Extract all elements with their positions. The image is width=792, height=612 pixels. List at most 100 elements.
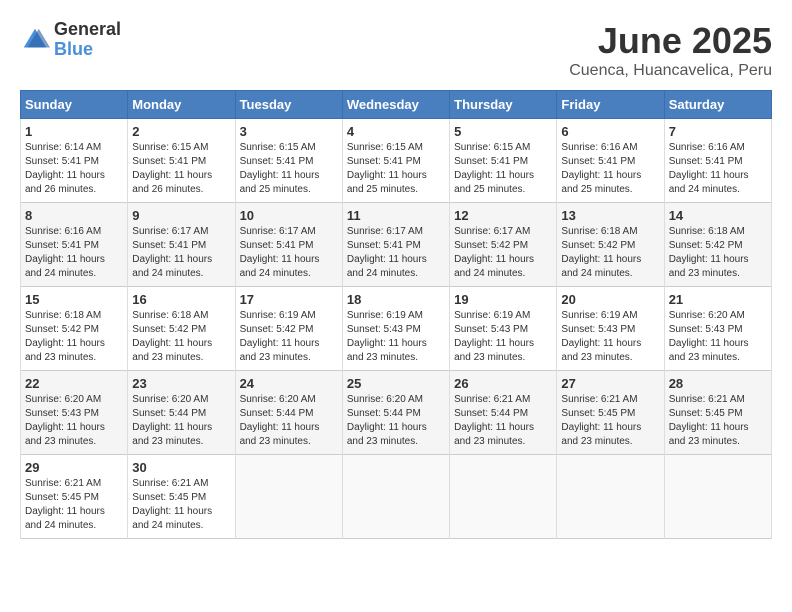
- cell-text: Sunrise: 6:15 AMSunset: 5:41 PMDaylight:…: [240, 142, 320, 195]
- cell-text: Sunrise: 6:20 AMSunset: 5:43 PMDaylight:…: [25, 394, 105, 447]
- cell-text: Sunrise: 6:19 AMSunset: 5:43 PMDaylight:…: [454, 310, 534, 363]
- calendar-cell: 16 Sunrise: 6:18 AMSunset: 5:42 PMDayligh…: [128, 287, 235, 371]
- calendar-cell: [450, 455, 557, 539]
- day-number: 12: [454, 208, 552, 223]
- day-number: 9: [132, 208, 230, 223]
- cell-text: Sunrise: 6:15 AMSunset: 5:41 PMDaylight:…: [347, 142, 427, 195]
- calendar-cell: [557, 455, 664, 539]
- calendar-cell: 7 Sunrise: 6:16 AMSunset: 5:41 PMDaylight…: [664, 119, 771, 203]
- day-number: 11: [347, 208, 445, 223]
- calendar-cell: 10 Sunrise: 6:17 AMSunset: 5:41 PMDayligh…: [235, 203, 342, 287]
- calendar-cell: 6 Sunrise: 6:16 AMSunset: 5:41 PMDaylight…: [557, 119, 664, 203]
- day-number: 8: [25, 208, 123, 223]
- cell-text: Sunrise: 6:15 AMSunset: 5:41 PMDaylight:…: [454, 142, 534, 195]
- logo: General Blue: [20, 20, 121, 60]
- calendar-cell: 11 Sunrise: 6:17 AMSunset: 5:41 PMDayligh…: [342, 203, 449, 287]
- cell-text: Sunrise: 6:17 AMSunset: 5:41 PMDaylight:…: [240, 226, 320, 279]
- calendar-cell: [235, 455, 342, 539]
- calendar-cell: 4 Sunrise: 6:15 AMSunset: 5:41 PMDaylight…: [342, 119, 449, 203]
- calendar-cell: 2Sunrise: 6:15 AMSunset: 5:41 PMDaylight…: [128, 119, 235, 203]
- logo-text: General Blue: [54, 20, 121, 60]
- day-number: 2: [132, 124, 230, 139]
- calendar-week-2: 8 Sunrise: 6:16 AMSunset: 5:41 PMDaylight…: [21, 203, 772, 287]
- cell-text: Sunrise: 6:21 AMSunset: 5:45 PMDaylight:…: [561, 394, 641, 447]
- calendar-table: SundayMondayTuesdayWednesdayThursdayFrid…: [20, 90, 772, 539]
- header-friday: Friday: [557, 91, 664, 119]
- day-number: 23: [132, 376, 230, 391]
- cell-text: Sunrise: 6:21 AMSunset: 5:45 PMDaylight:…: [669, 394, 749, 447]
- day-number: 10: [240, 208, 338, 223]
- cell-text: Sunrise: 6:17 AMSunset: 5:42 PMDaylight:…: [454, 226, 534, 279]
- cell-text: Sunrise: 6:18 AMSunset: 5:42 PMDaylight:…: [669, 226, 749, 279]
- calendar-cell: 5 Sunrise: 6:15 AMSunset: 5:41 PMDaylight…: [450, 119, 557, 203]
- cell-text: Sunrise: 6:21 AMSunset: 5:45 PMDaylight:…: [132, 478, 212, 531]
- day-number: 7: [669, 124, 767, 139]
- cell-text: Sunrise: 6:20 AMSunset: 5:43 PMDaylight:…: [669, 310, 749, 363]
- day-number: 20: [561, 292, 659, 307]
- calendar-cell: 3 Sunrise: 6:15 AMSunset: 5:41 PMDaylight…: [235, 119, 342, 203]
- header-wednesday: Wednesday: [342, 91, 449, 119]
- calendar-cell: 19 Sunrise: 6:19 AMSunset: 5:43 PMDayligh…: [450, 287, 557, 371]
- calendar-week-5: 29Sunrise: 6:21 AMSunset: 5:45 PMDayligh…: [21, 455, 772, 539]
- cell-text: Sunrise: 6:16 AMSunset: 5:41 PMDaylight:…: [25, 226, 105, 279]
- calendar-cell: 13Sunrise: 6:18 AMSunset: 5:42 PMDayligh…: [557, 203, 664, 287]
- calendar-week-4: 22 Sunrise: 6:20 AMSunset: 5:43 PMDayligh…: [21, 371, 772, 455]
- cell-text: Sunrise: 6:16 AMSunset: 5:41 PMDaylight:…: [669, 142, 749, 195]
- calendar-cell: 15 Sunrise: 6:18 AMSunset: 5:42 PMDayligh…: [21, 287, 128, 371]
- calendar-week-1: 1Sunrise: 6:14 AMSunset: 5:41 PMDaylight…: [21, 119, 772, 203]
- calendar-cell: 9 Sunrise: 6:17 AMSunset: 5:41 PMDaylight…: [128, 203, 235, 287]
- header-thursday: Thursday: [450, 91, 557, 119]
- calendar-cell: 30 Sunrise: 6:21 AMSunset: 5:45 PMDayligh…: [128, 455, 235, 539]
- day-number: 13: [561, 208, 659, 223]
- calendar-header-row: SundayMondayTuesdayWednesdayThursdayFrid…: [21, 91, 772, 119]
- calendar-cell: 1Sunrise: 6:14 AMSunset: 5:41 PMDaylight…: [21, 119, 128, 203]
- day-number: 5: [454, 124, 552, 139]
- cell-text: Sunrise: 6:20 AMSunset: 5:44 PMDaylight:…: [347, 394, 427, 447]
- cell-text: Sunrise: 6:20 AMSunset: 5:44 PMDaylight:…: [240, 394, 320, 447]
- cell-text: Sunrise: 6:21 AMSunset: 5:44 PMDaylight:…: [454, 394, 534, 447]
- calendar-cell: 14Sunrise: 6:18 AMSunset: 5:42 PMDayligh…: [664, 203, 771, 287]
- calendar-cell: 29Sunrise: 6:21 AMSunset: 5:45 PMDayligh…: [21, 455, 128, 539]
- day-number: 6: [561, 124, 659, 139]
- calendar-cell: 23Sunrise: 6:20 AMSunset: 5:44 PMDayligh…: [128, 371, 235, 455]
- day-number: 19: [454, 292, 552, 307]
- calendar-cell: 18 Sunrise: 6:19 AMSunset: 5:43 PMDayligh…: [342, 287, 449, 371]
- day-number: 3: [240, 124, 338, 139]
- title-block: June 2025 Cuenca, Huancavelica, Peru: [569, 20, 772, 80]
- header-saturday: Saturday: [664, 91, 771, 119]
- cell-text: Sunrise: 6:18 AMSunset: 5:42 PMDaylight:…: [132, 310, 212, 363]
- cell-text: Sunrise: 6:17 AMSunset: 5:41 PMDaylight:…: [132, 226, 212, 279]
- day-number: 15: [25, 292, 123, 307]
- cell-text: Sunrise: 6:19 AMSunset: 5:43 PMDaylight:…: [561, 310, 641, 363]
- calendar-cell: 24Sunrise: 6:20 AMSunset: 5:44 PMDayligh…: [235, 371, 342, 455]
- day-number: 17: [240, 292, 338, 307]
- calendar-cell: 17 Sunrise: 6:19 AMSunset: 5:42 PMDayligh…: [235, 287, 342, 371]
- day-number: 28: [669, 376, 767, 391]
- header-tuesday: Tuesday: [235, 91, 342, 119]
- calendar-cell: 21 Sunrise: 6:20 AMSunset: 5:43 PMDayligh…: [664, 287, 771, 371]
- day-number: 4: [347, 124, 445, 139]
- calendar-cell: [342, 455, 449, 539]
- month-title: June 2025: [569, 20, 772, 62]
- cell-text: Sunrise: 6:19 AMSunset: 5:43 PMDaylight:…: [347, 310, 427, 363]
- cell-text: Sunrise: 6:18 AMSunset: 5:42 PMDaylight:…: [25, 310, 105, 363]
- cell-text: Sunrise: 6:16 AMSunset: 5:41 PMDaylight:…: [561, 142, 641, 195]
- day-number: 27: [561, 376, 659, 391]
- day-number: 22: [25, 376, 123, 391]
- calendar-cell: [664, 455, 771, 539]
- day-number: 25: [347, 376, 445, 391]
- header-monday: Monday: [128, 91, 235, 119]
- day-number: 21: [669, 292, 767, 307]
- day-number: 18: [347, 292, 445, 307]
- cell-text: Sunrise: 6:21 AMSunset: 5:45 PMDaylight:…: [25, 478, 105, 531]
- header-sunday: Sunday: [21, 91, 128, 119]
- day-number: 16: [132, 292, 230, 307]
- calendar-cell: 12 Sunrise: 6:17 AMSunset: 5:42 PMDayligh…: [450, 203, 557, 287]
- cell-text: Sunrise: 6:17 AMSunset: 5:41 PMDaylight:…: [347, 226, 427, 279]
- day-number: 1: [25, 124, 123, 139]
- calendar-cell: 25 Sunrise: 6:20 AMSunset: 5:44 PMDayligh…: [342, 371, 449, 455]
- cell-text: Sunrise: 6:19 AMSunset: 5:42 PMDaylight:…: [240, 310, 320, 363]
- calendar-week-3: 15 Sunrise: 6:18 AMSunset: 5:42 PMDayligh…: [21, 287, 772, 371]
- day-number: 30: [132, 460, 230, 475]
- logo-icon: [20, 25, 50, 55]
